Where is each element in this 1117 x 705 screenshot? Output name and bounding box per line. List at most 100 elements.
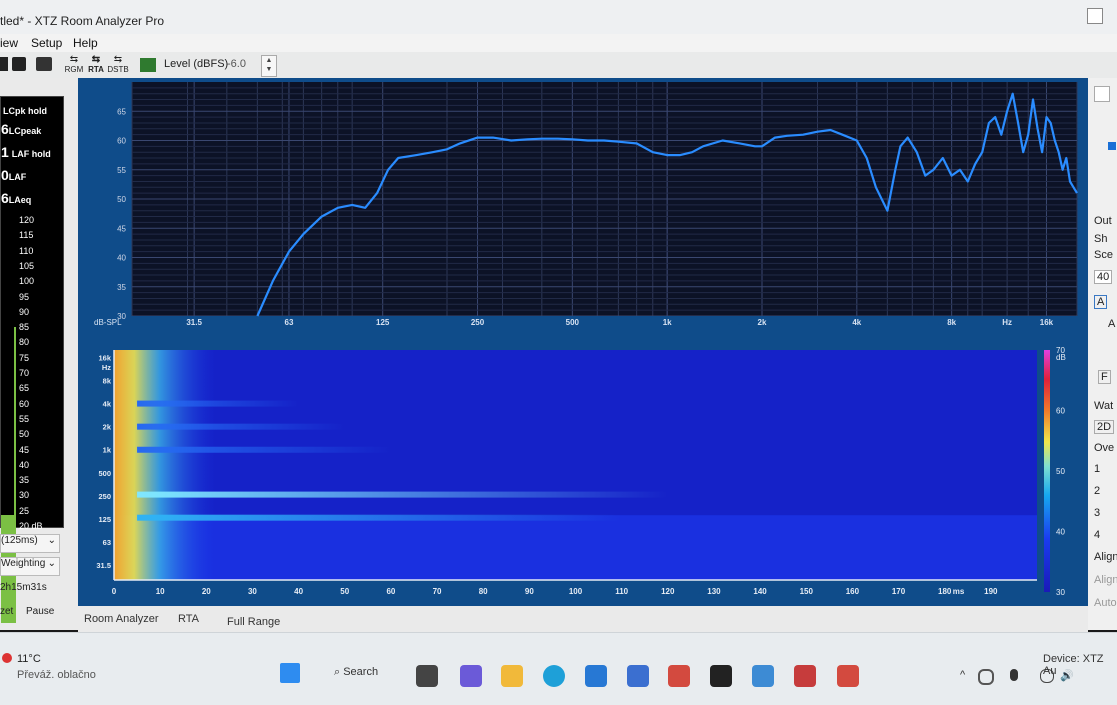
- menu-setup[interactable]: Setup: [31, 36, 62, 50]
- panel-button-a[interactable]: A: [1108, 318, 1115, 330]
- overlay-1-button[interactable]: 1: [1094, 463, 1100, 475]
- save-button[interactable]: [12, 57, 26, 71]
- print-icon[interactable]: [36, 57, 52, 71]
- chat-icon[interactable]: [460, 665, 482, 687]
- xtz-app-icon[interactable]: [710, 665, 732, 687]
- readout-lcpeak: 6LCpeak: [1, 121, 42, 137]
- overlay-label: Ove: [1094, 442, 1115, 454]
- x-tick-label: 130: [707, 587, 721, 596]
- y-tick-label: 35: [117, 283, 126, 292]
- store-icon[interactable]: [585, 665, 607, 687]
- tab-full-range[interactable]: Full Range: [227, 616, 280, 628]
- x-tick-label: 20: [202, 587, 211, 596]
- overlay-3-button[interactable]: 3: [1094, 507, 1100, 519]
- onset-energy: [114, 350, 216, 580]
- mcafee-icon[interactable]: [668, 665, 690, 687]
- rgm-button[interactable]: ⇆ RGM: [63, 55, 85, 75]
- meter-scale-tick: 120: [19, 215, 35, 225]
- panel-button-f[interactable]: F: [1098, 370, 1111, 384]
- windows-start-icon[interactable]: [280, 663, 300, 683]
- chevron-down-icon: ⌄: [47, 535, 56, 546]
- x-tick-label: 60: [386, 587, 395, 596]
- device-status: Device: XTZ Au: [1043, 653, 1104, 677]
- network-icon[interactable]: [978, 669, 994, 685]
- save-icon[interactable]: [0, 57, 8, 71]
- y-tick-label: 45: [117, 224, 126, 233]
- x-tick-label: 40: [294, 587, 303, 596]
- reset-button[interactable]: zet: [0, 606, 13, 617]
- meter-scale-tick: 100: [19, 276, 35, 287]
- x-tick-label: 50: [340, 587, 349, 596]
- rta-button[interactable]: ⇆ RTA: [85, 55, 107, 75]
- x-tick-label: 180: [938, 587, 952, 596]
- time-weighting-select[interactable]: (125ms) ⌄: [0, 534, 60, 553]
- y-tick-label: 31.5: [96, 561, 111, 570]
- view-2d-button[interactable]: 2D: [1094, 420, 1115, 434]
- tab-rta[interactable]: RTA: [178, 613, 199, 625]
- security-icon[interactable]: [752, 665, 774, 687]
- waterfall-label: Wat: [1094, 400, 1114, 412]
- file-explorer-icon[interactable]: [501, 665, 523, 687]
- tab-room-analyzer[interactable]: Room Analyzer: [84, 613, 159, 625]
- x-tick-label: 2k: [758, 318, 767, 327]
- x-tick-label: 100: [569, 587, 583, 596]
- taskbar-search[interactable]: ⌕ Search: [334, 666, 378, 679]
- level-spinner[interactable]: ▲ ▼: [261, 55, 277, 77]
- view-tabs: Room Analyzer RTA Full Range: [78, 606, 1088, 632]
- meter-scale-tick: 115: [19, 230, 34, 241]
- x-axis-label: ms: [953, 587, 965, 596]
- scale-input[interactable]: 40: [1094, 270, 1113, 284]
- toolbar: ⇆ RGM ⇆ RTA ⇆ DSTB Level (dBFS) -6.0 ▲ ▼: [0, 52, 1117, 79]
- menu-view[interactable]: iew: [0, 36, 18, 50]
- x-axis-band: [82, 316, 1082, 328]
- microphone-icon[interactable]: [1010, 669, 1018, 681]
- meter-scale-tick: 70: [19, 368, 30, 378]
- edge-icon[interactable]: [543, 665, 565, 687]
- meter-scale-tick: 75: [19, 352, 30, 363]
- align-label: Align: [1094, 551, 1117, 563]
- app-arrow-icon[interactable]: [794, 665, 816, 687]
- meter-scale-tick: 85: [19, 322, 30, 333]
- mcafee-icon[interactable]: [837, 665, 859, 687]
- overlay-4-button[interactable]: 4: [1094, 529, 1100, 541]
- x-tick-label: 140: [753, 587, 767, 596]
- meter-scale-tick: 50: [19, 429, 30, 440]
- level-input[interactable]: -6.0: [227, 58, 246, 70]
- chevron-up-icon[interactable]: ^: [960, 669, 965, 681]
- y-tick-label: 60: [117, 137, 126, 146]
- auto-button[interactable]: A: [1094, 295, 1108, 309]
- meter-scale-tick: 20 dB: [19, 521, 43, 531]
- show-label: Sh: [1094, 233, 1108, 245]
- meter-peak-line: [14, 327, 16, 623]
- x-tick-label: 170: [892, 587, 906, 596]
- align-button[interactable]: Align: [1094, 574, 1117, 586]
- x-tick-label: 16k: [1040, 318, 1054, 327]
- frequency-response-chart: 3035404550556065dB-SPL31.5631252505001k2…: [82, 80, 1082, 328]
- auto-align-button[interactable]: Auto: [1094, 597, 1117, 609]
- menu-help[interactable]: Help: [73, 36, 98, 50]
- pause-button[interactable]: Pause: [26, 606, 54, 617]
- taskview-icon[interactable]: [416, 665, 438, 687]
- weighting-select[interactable]: Weighting ⌄: [0, 557, 60, 576]
- resonance-band: [137, 400, 299, 407]
- maximize-button[interactable]: [1087, 8, 1103, 24]
- menu-bar: iew Setup Help: [0, 34, 1117, 52]
- dstb-button[interactable]: ⇆ DSTB: [107, 55, 129, 75]
- panel-button[interactable]: [1094, 86, 1110, 102]
- x-tick-label: 1k: [663, 318, 672, 327]
- x-tick-label: 80: [479, 587, 488, 596]
- weather-desc[interactable]: Převáž. oblačno: [17, 669, 96, 681]
- app-icon[interactable]: [627, 665, 649, 687]
- level-meter-icon: [140, 58, 156, 72]
- overlay-2-button[interactable]: 2: [1094, 485, 1100, 497]
- y-tick-label: 30: [117, 312, 126, 321]
- y-tick-label: 63: [103, 538, 111, 547]
- right-panel: Out Sh Sce 40 A A F Wat 2D Ove 1 2 3 4 A…: [1088, 78, 1117, 630]
- meter-scale-tick: 40: [19, 459, 30, 470]
- x-tick-label: 120: [661, 587, 675, 596]
- readout-laf-hold: 1 LAF hold: [1, 144, 51, 160]
- weather-temp[interactable]: 11°C: [17, 653, 41, 665]
- search-icon: ⌕: [334, 666, 344, 678]
- x-tick-label: 190: [984, 587, 998, 596]
- colorbar-tick-label: 60: [1056, 407, 1065, 416]
